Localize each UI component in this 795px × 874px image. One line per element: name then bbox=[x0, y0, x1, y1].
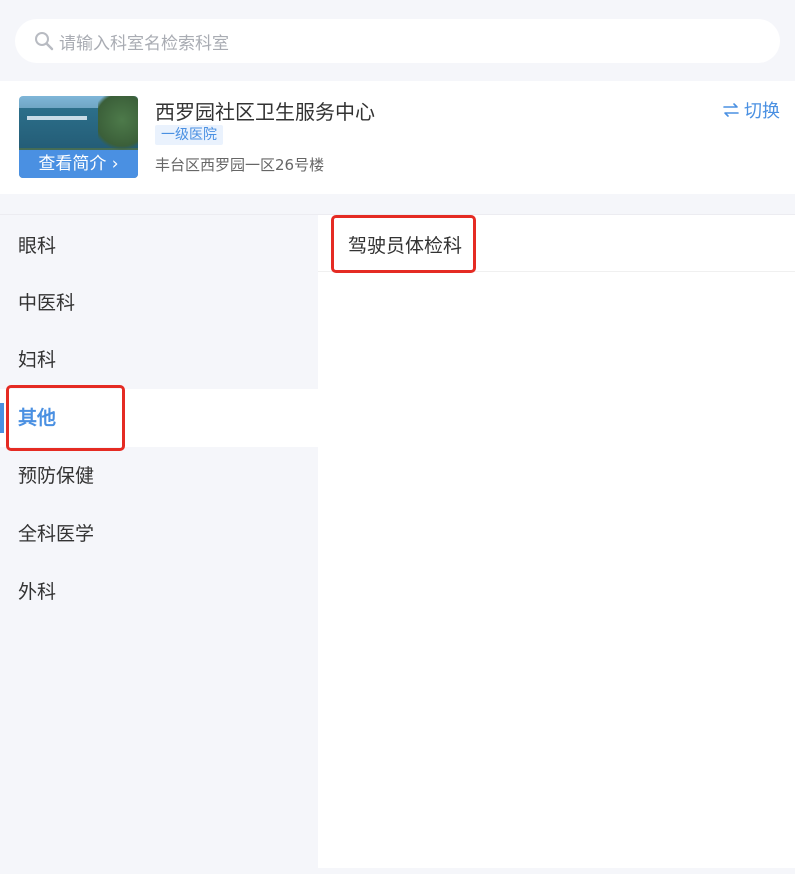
sidebar-item-tcm[interactable]: 中医科 bbox=[0, 274, 318, 332]
sidebar-item-other[interactable]: 其他 bbox=[0, 389, 318, 447]
sidebar-item-gynecology[interactable]: 妇科 bbox=[0, 331, 318, 389]
active-indicator bbox=[0, 403, 4, 433]
sidebar-item-label: 其他 bbox=[18, 407, 57, 429]
swap-icon bbox=[722, 101, 740, 119]
list-item[interactable]: 驾驶员体检科 bbox=[318, 215, 795, 272]
sidebar-item-general-medicine[interactable]: 全科医学 bbox=[0, 505, 318, 563]
sidebar-item-preventive-care[interactable]: 预防保健 bbox=[0, 447, 318, 505]
search-area: 请输入科室名检索科室 bbox=[0, 0, 795, 80]
department-category-sidebar: 眼科 中医科 妇科 其他 预防保健 全科医学 外科 bbox=[0, 215, 318, 874]
sidebar-item-surgery[interactable]: 外科 bbox=[0, 563, 318, 621]
search-input[interactable]: 请输入科室名检索科室 bbox=[15, 19, 780, 63]
bottom-strip bbox=[0, 868, 795, 874]
switch-hospital-button[interactable]: 切换 bbox=[722, 97, 780, 123]
hospital-name: 西罗园社区卫生服务中心 bbox=[155, 100, 375, 124]
hospital-level-badge: 一级医院 bbox=[155, 125, 223, 145]
department-label: 驾驶员体检科 bbox=[348, 235, 463, 257]
search-icon bbox=[33, 30, 55, 52]
switch-label: 切换 bbox=[744, 101, 780, 122]
department-list: 驾驶员体检科 bbox=[318, 215, 795, 874]
sidebar-item-ophthalmology[interactable]: 眼科 bbox=[0, 217, 318, 275]
view-intro-button[interactable]: 查看简介 › bbox=[19, 150, 138, 178]
hospital-address: 丰台区西罗园一区26号楼 bbox=[155, 156, 325, 174]
search-placeholder: 请输入科室名检索科室 bbox=[59, 33, 229, 54]
